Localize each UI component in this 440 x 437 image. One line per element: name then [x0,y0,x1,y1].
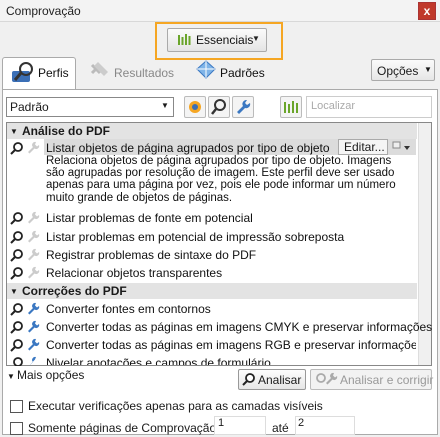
edit-button-label: Editar... [344,140,385,154]
bar-chart-icon [178,34,191,45]
analyze-and-fix-label: Analisar e corrigir [340,373,434,387]
search-icon [13,357,23,366]
list-item[interactable]: Listar problemas em potencial de impress… [46,230,344,244]
chevron-down-icon: ▼ [10,127,18,136]
search-icon [10,321,23,334]
page-range-separator: até [272,421,289,435]
chevron-down-icon: ▼ [424,65,432,74]
preflight-pages-label: Somente páginas de Comprovação [28,421,217,435]
analyze-button-label: Analisar [258,373,302,387]
checks-filter-button[interactable] [208,96,230,118]
bar-chart-icon [284,101,298,113]
profile-description: Relaciona objetos de página agrupados po… [46,155,396,204]
tab-resultados[interactable]: Resultados [114,66,174,80]
search-icon [10,267,23,280]
wrench-icon [28,266,40,279]
results-icon [90,62,108,76]
profiles-icon [12,62,33,82]
wrench-icon [28,230,40,243]
search-icon [10,231,23,244]
wrench-icon [28,141,40,154]
wrench-icon [28,338,40,351]
list-item[interactable]: Converter fontes em contornos [46,302,211,316]
standards-icon [196,60,216,79]
more-options-toggle[interactable]: Mais opções [17,368,84,382]
profiles-icon [189,101,201,113]
search-icon [242,373,255,386]
chevron-down-icon: ▼ [161,101,169,110]
tab-perfis-label: Perfis [38,66,69,80]
list-item[interactable]: Listar problemas de fonte em potencial [46,211,253,225]
options-label: Opções [377,64,419,78]
list-item[interactable]: Registrar problemas de sintaxe do PDF [46,248,256,262]
group-label: Análise do PDF [22,124,111,138]
list-item[interactable]: Relacionar objetos transparentes [46,266,222,280]
page-to-value: 2 [298,417,305,429]
chevron-down-icon: ▼ [7,372,15,381]
search-icon [10,212,23,225]
visible-layers-checkbox[interactable] [10,400,23,413]
page-from-value: 1 [218,417,225,429]
tab-padroes[interactable]: Padrões [220,66,265,80]
wrench-icon [28,302,40,315]
search-icon [10,339,23,352]
list-item[interactable]: Converter todas as páginas em imagens CM… [46,320,432,334]
profile-selector-label: Essenciais [196,33,254,47]
wrench-icon [28,248,40,261]
wrench-icon [28,356,36,366]
profile-filter-value: Padrão [10,100,49,114]
find-placeholder: Localizar [311,100,356,112]
search-icon [10,249,23,262]
wrench-icon [28,320,40,333]
flag-menu-icon[interactable] [391,140,413,154]
search-icon [10,303,23,316]
window-title: Comprovação [6,4,81,18]
preflight-pages-checkbox[interactable] [10,422,23,435]
chevron-down-icon: ▼ [252,34,260,43]
close-button[interactable]: x [418,2,436,20]
fixups-filter-button[interactable] [232,96,254,118]
wrench-icon [316,372,338,385]
chevron-down-icon: ▼ [10,287,18,296]
wrench-icon [28,211,40,224]
wrench-icon [237,99,251,114]
list-item[interactable]: Listar objetos de página agrupados por t… [46,141,330,155]
profile-filter-button[interactable] [184,96,206,118]
visible-layers-label: Executar verificações apenas para as cam… [28,399,323,413]
list-item[interactable]: Nivelar anotações e campos de formulário [46,356,271,365]
search-icon [10,142,23,155]
list-item[interactable]: Converter todas as páginas em imagens RG… [46,338,416,352]
group-label: Correções do PDF [22,284,127,298]
search-icon [211,99,226,115]
show-all-button[interactable] [280,96,302,118]
